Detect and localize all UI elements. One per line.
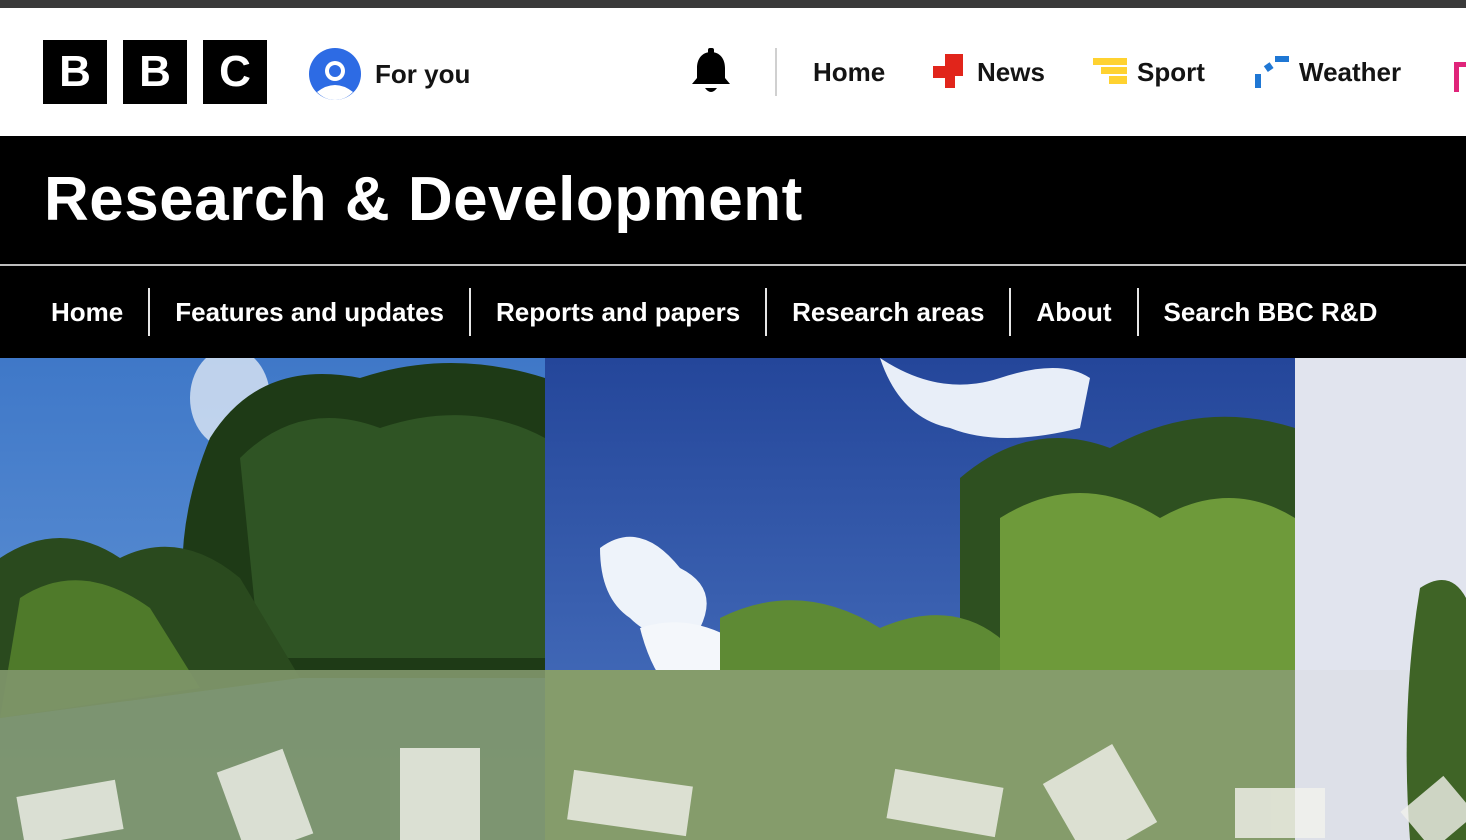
global-nav-news[interactable]: News	[933, 52, 1045, 92]
global-nav-sport[interactable]: Sport	[1093, 52, 1205, 92]
global-nav-weather[interactable]: Weather	[1253, 52, 1401, 92]
rd-nav-reports[interactable]: Reports and papers	[468, 288, 765, 336]
news-icon	[933, 54, 963, 88]
page-title[interactable]: Research & Development	[44, 164, 803, 235]
rd-nav-home[interactable]: Home	[26, 288, 148, 336]
rd-nav-about[interactable]: About	[1009, 288, 1136, 336]
logo-block-c: C	[203, 40, 267, 104]
global-nav-weather-label: Weather	[1299, 56, 1402, 87]
rd-nav-search[interactable]: Search BBC R&D	[1136, 288, 1403, 336]
logo-block-b1: B	[43, 40, 107, 104]
weather-icon	[1255, 56, 1289, 88]
top-strip	[0, 0, 1466, 8]
logo-block-b2: B	[123, 40, 187, 104]
hero-image	[0, 358, 1466, 840]
rd-nav-research-areas[interactable]: Research areas	[765, 288, 1009, 336]
hero-trees-illustration	[0, 358, 1466, 840]
rd-navigation: Home Features and updates Reports and pa…	[0, 266, 1466, 358]
global-nav-home-label: Home	[813, 56, 886, 87]
for-you-button[interactable]: For you	[309, 48, 470, 100]
global-nav-sport-label: Sport	[1137, 56, 1205, 87]
global-nav-news-label: News	[977, 56, 1045, 87]
rd-banner: Research & Development	[0, 136, 1466, 264]
bbc-logo[interactable]: B B C	[43, 40, 267, 104]
user-account-icon	[309, 48, 361, 100]
nav-divider	[775, 48, 777, 96]
for-you-label: For you	[375, 58, 471, 89]
global-nav-overflow-icon[interactable]	[1454, 62, 1466, 92]
sport-icon	[1093, 58, 1127, 84]
global-nav-home[interactable]: Home	[813, 52, 885, 92]
global-navigation: B B C For you Home News Sport Weather	[0, 8, 1466, 136]
rd-nav-features[interactable]: Features and updates	[148, 288, 469, 336]
notifications-bell-icon[interactable]	[688, 48, 734, 96]
